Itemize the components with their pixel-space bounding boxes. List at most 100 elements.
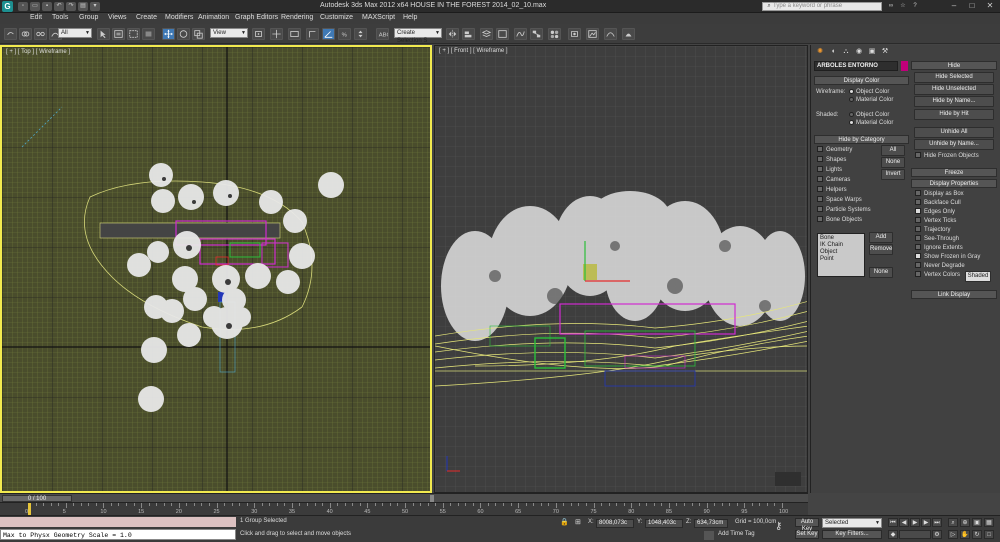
wireframe-material-color-radio[interactable]: Material Color <box>849 96 893 105</box>
category-none-button[interactable]: None <box>881 157 905 168</box>
hide-unselected-button[interactable]: Hide Unselected <box>914 84 994 95</box>
never-degrade-checkbox[interactable]: Never Degrade <box>915 262 980 271</box>
dropdown-arrow-icon[interactable]: ▾ <box>90 2 100 11</box>
menu-edit[interactable]: Edit <box>30 14 42 21</box>
category-invert-button[interactable]: Invert <box>881 169 905 180</box>
undo-icon[interactable]: ↶ <box>54 2 64 11</box>
curve-editor-icon[interactable] <box>514 28 527 40</box>
display-color-rollout[interactable]: Display Color <box>814 76 909 85</box>
see-through-checkbox[interactable]: See-Through <box>915 235 980 244</box>
pan-view-icon[interactable]: ✋ <box>960 530 970 539</box>
selection-filter-dropdown[interactable]: All ▼ <box>58 28 92 38</box>
list-item[interactable]: Point <box>820 256 862 263</box>
save-file-icon[interactable]: ▪ <box>42 2 52 11</box>
z-coordinate-field[interactable]: 634,73cm <box>694 519 728 528</box>
scale-tool-icon[interactable] <box>192 28 205 40</box>
category-shapes[interactable]: Shapes <box>817 156 871 165</box>
rendered-frame-window-icon[interactable] <box>586 28 599 40</box>
list-none-button[interactable]: None <box>869 267 893 278</box>
category-particle-systems[interactable]: Particle Systems <box>817 206 871 215</box>
category-lights[interactable]: Lights <box>817 166 871 175</box>
utilities-tab-icon[interactable]: ⚒ <box>879 46 891 57</box>
go-to-start-icon[interactable]: ⏮ <box>888 518 898 527</box>
current-frame-marker[interactable] <box>28 503 31 515</box>
edges-only-checkbox[interactable]: Edges Only <box>915 208 980 217</box>
graphite-tools-icon[interactable] <box>496 28 509 40</box>
create-tab-icon[interactable]: ✺ <box>814 46 826 57</box>
vertex-ticks-checkbox[interactable]: Vertex Ticks <box>915 217 980 226</box>
category-listbox[interactable]: Bone IK Chain Object Point <box>817 233 865 277</box>
spinner-snap-icon[interactable] <box>354 28 367 40</box>
display-tab-icon[interactable]: ▣ <box>866 46 878 57</box>
menu-rendering[interactable]: Rendering <box>281 14 313 21</box>
menu-modifiers[interactable]: Modifiers <box>165 14 193 21</box>
backface-cull-checkbox[interactable]: Backface Cull <box>915 199 980 208</box>
key-mode-toggle-icon[interactable]: ◆ <box>888 530 898 539</box>
maximize-button[interactable]: □ <box>964 0 980 12</box>
field-of-view-icon[interactable]: ▷ <box>948 530 958 539</box>
track-bar[interactable]: 0 5 10 15 20 25 30 35 40 45 50 55 60 65 70 75 80 85 90 95 10… <box>0 502 808 515</box>
percent-snap-icon[interactable]: % <box>338 28 351 40</box>
menu-maxscript[interactable]: MAXScript <box>362 14 395 21</box>
x-coordinate-field[interactable]: 8008,073c <box>596 519 634 528</box>
shaded-button[interactable]: Shaded <box>965 271 991 282</box>
category-geometry[interactable]: Geometry <box>817 146 871 155</box>
category-helpers[interactable]: Helpers <box>817 186 871 195</box>
rectangular-selection-icon[interactable] <box>127 28 140 40</box>
current-frame-field[interactable] <box>899 530 931 539</box>
add-category-button[interactable]: Add <box>869 232 893 243</box>
render-iterative-icon[interactable] <box>622 28 635 40</box>
reference-coordinate-dropdown[interactable]: View ▼ <box>210 28 248 38</box>
top-viewport[interactable]: [ + ] [ Top ] [ Wireframe ] <box>0 45 432 493</box>
category-cameras[interactable]: Cameras <box>817 176 871 185</box>
trajectory-checkbox[interactable]: Trajectory <box>915 226 980 235</box>
help-icon[interactable]: ? <box>910 2 920 11</box>
material-editor-icon[interactable] <box>548 28 561 40</box>
time-slider-arrow[interactable] <box>430 495 434 502</box>
object-color-swatch[interactable] <box>901 61 908 71</box>
hide-by-category-rollout[interactable]: Hide by Category <box>814 135 909 144</box>
time-slider[interactable]: 0 / 100 <box>0 493 808 502</box>
time-tag-icon[interactable] <box>704 531 714 540</box>
undo-tool-icon[interactable] <box>4 28 17 40</box>
previous-frame-icon[interactable]: ◀ <box>899 518 909 527</box>
set-key-button[interactable]: Set Key <box>795 530 819 539</box>
maxscript-output[interactable]: Max to Physx Geometry Scale = 1.0 <box>0 529 236 540</box>
star-icon[interactable]: ☆ <box>898 2 908 11</box>
orbit-icon[interactable]: ↻ <box>972 530 982 539</box>
menu-views[interactable]: Views <box>108 14 127 21</box>
align-icon[interactable] <box>462 28 475 40</box>
top-viewport-label[interactable]: [ + ] [ Top ] [ Wireframe ] <box>6 49 70 55</box>
select-object-icon[interactable] <box>97 28 110 40</box>
key-mode-dropdown[interactable]: Selected ▼ <box>822 518 882 528</box>
close-button[interactable]: ✕ <box>982 0 998 12</box>
menu-tools[interactable]: Tools <box>52 14 68 21</box>
zoom-extents-icon[interactable]: ▣ <box>972 518 982 527</box>
angle-snap-icon[interactable] <box>322 28 335 40</box>
front-viewport-label[interactable]: [ + ] [ Front ] [ Wireframe ] <box>439 48 508 54</box>
select-manipulate-icon[interactable] <box>270 28 283 40</box>
category-bone-objects[interactable]: Bone Objects <box>817 216 871 225</box>
move-tool-icon[interactable] <box>162 28 175 40</box>
unhide-by-name-button[interactable]: Unhide by Name... <box>914 139 994 150</box>
rotate-tool-icon[interactable] <box>177 28 190 40</box>
category-space-warps[interactable]: Space Warps <box>817 196 871 205</box>
zoom-extents-all-icon[interactable]: ▦ <box>984 518 994 527</box>
unlink-icon[interactable] <box>34 28 47 40</box>
time-slider-knob[interactable]: 0 / 100 <box>2 495 72 502</box>
menu-help[interactable]: Help <box>403 14 417 21</box>
time-config-icon[interactable]: ⚙ <box>932 530 942 539</box>
menu-group[interactable]: Group <box>79 14 98 21</box>
render-production-icon[interactable] <box>604 28 617 40</box>
menu-create[interactable]: Create <box>136 14 157 21</box>
freeze-rollout[interactable]: Freeze <box>911 168 997 177</box>
open-file-icon[interactable]: ▭ <box>30 2 40 11</box>
binoculars-icon[interactable]: ∞ <box>886 2 896 11</box>
project-folder-icon[interactable]: ▤ <box>78 2 88 11</box>
menu-customize[interactable]: Customize <box>320 14 353 21</box>
modify-tab-icon[interactable]: ◖ <box>827 46 839 57</box>
link-display-rollout[interactable]: Link Display <box>911 290 997 299</box>
search-input[interactable]: Type a keyword or phrase <box>762 2 882 11</box>
category-all-button[interactable]: All <box>881 145 905 156</box>
hide-by-hit-button[interactable]: Hide by Hit <box>914 109 994 120</box>
